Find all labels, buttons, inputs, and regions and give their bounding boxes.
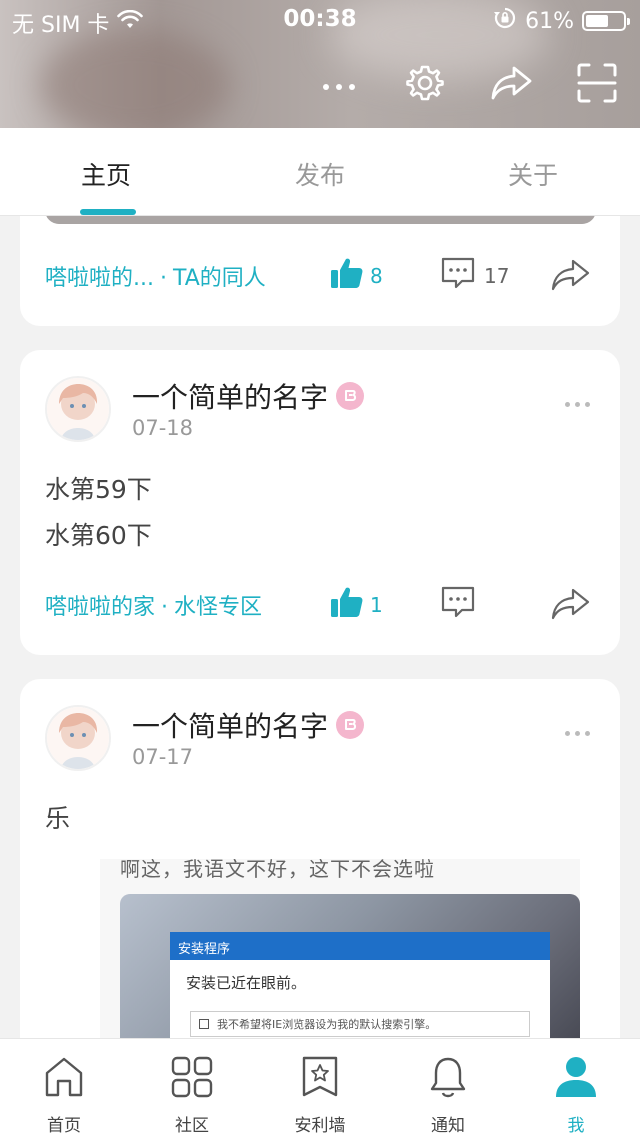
nav-item-notifications[interactable]: 通知 [384,1049,512,1136]
post-more-button[interactable] [565,731,590,736]
active-tab-indicator [80,209,136,215]
share-profile-button[interactable] [488,62,534,108]
post-text-line: 水第60下 [45,521,152,550]
post-date: 07-17 [132,745,194,769]
like-button[interactable]: 1 [330,585,383,624]
post-tags: 嗒啦啦的家 · 水怪专区 [45,595,263,620]
comment-icon [440,256,476,295]
post-text-line: 乐 [45,804,71,833]
user-badge-icon [336,711,365,739]
dialog-check-text: 我不希望将IE浏览器设为我的默认搜索引擎。 [217,1018,437,1031]
nav-label: 我 [567,1116,585,1136]
share-button[interactable] [550,258,590,296]
avatar[interactable] [45,376,111,442]
nav-item-recommend-wall[interactable]: 安利墙 [256,1049,384,1136]
post-date: 07-18 [132,416,194,440]
comment-button[interactable] [440,585,476,624]
comment-button[interactable]: 17 [440,256,509,295]
comment-count: 17 [484,263,510,288]
battery-percent: 61% [525,8,574,34]
bookmark-star-icon [256,1049,384,1105]
avatar[interactable] [45,705,111,771]
nav-label: 通知 [431,1116,465,1136]
post-card[interactable]: 一个简单的名字 07-18 水第59下 水第60下 嗒啦啦的家 · 水怪专区 1 [20,350,620,655]
more-dots-icon [322,76,356,95]
nav-label: 首页 [47,1116,81,1136]
person-icon [512,1049,640,1105]
nav-label: 安利墙 [294,1116,346,1136]
tag-link[interactable]: 水怪专区 [174,595,262,620]
author-name[interactable]: 一个简单的名字 [132,705,328,745]
status-bar: 无 SIM 卡 00:38 61% [0,0,640,40]
tag-link[interactable]: TA的同人 [173,266,266,291]
like-count: 1 [370,592,383,617]
bottom-nav: 首页 社区 安利墙 通知 我 [0,1038,640,1136]
post-action-row: 嗒啦啦的... · TA的同人 8 17 [20,256,620,296]
profile-header: 无 SIM 卡 00:38 61% [0,0,640,128]
thumbs-up-icon [330,256,364,295]
author-name[interactable]: 一个简单的名字 [132,376,328,416]
comment-icon [440,585,476,624]
gear-icon [405,63,445,107]
settings-button[interactable] [402,62,448,108]
share-arrow-icon [550,588,590,625]
share-arrow-icon [490,64,532,106]
post-action-row: 嗒啦啦的家 · 水怪专区 1 [20,585,620,625]
tag-link[interactable]: 嗒啦啦的... [45,266,154,291]
dialog-text: 安装已近在眼前。 [186,974,307,992]
post-tags: 嗒啦啦的... · TA的同人 [45,266,266,291]
like-count: 8 [370,263,383,288]
tab-about[interactable]: 关于 [463,156,603,192]
post-text-line: 水第59下 [45,475,152,504]
more-options-button[interactable] [316,62,362,108]
scan-icon [576,62,618,108]
checkbox-icon [199,1019,209,1029]
share-arrow-icon [550,259,590,296]
tab-publish[interactable]: 发布 [250,156,390,192]
image-caption-text: 啊这，我语文不好，这下不会选啦 [120,859,435,881]
battery-icon [582,11,630,31]
header-background-blur [40,30,230,128]
rotation-lock-icon [493,6,517,36]
nav-item-me[interactable]: 我 [512,1049,640,1136]
scan-button[interactable] [574,62,620,108]
nav-item-community[interactable]: 社区 [128,1049,256,1136]
thumbs-up-icon [330,585,364,624]
post-more-button[interactable] [565,402,590,407]
tag-link[interactable]: 嗒啦啦的家 [45,595,155,620]
grid-icon [128,1049,256,1105]
user-badge-icon [336,382,365,410]
nav-item-home[interactable]: 首页 [0,1049,128,1136]
dialog-title: 安装程序 [170,932,550,960]
post-card[interactable]: 一个简单的名字 07-17 乐 啊这，我语文不好，这下不会选啦 安装程序 安装已… [20,679,620,1079]
like-button[interactable]: 8 [330,256,383,295]
tab-home[interactable]: 主页 [36,156,176,192]
share-button[interactable] [550,587,590,625]
nav-label: 社区 [175,1116,209,1136]
profile-tabs: 主页 发布 关于 [0,128,640,216]
bell-icon [384,1049,512,1105]
home-icon [0,1049,128,1105]
